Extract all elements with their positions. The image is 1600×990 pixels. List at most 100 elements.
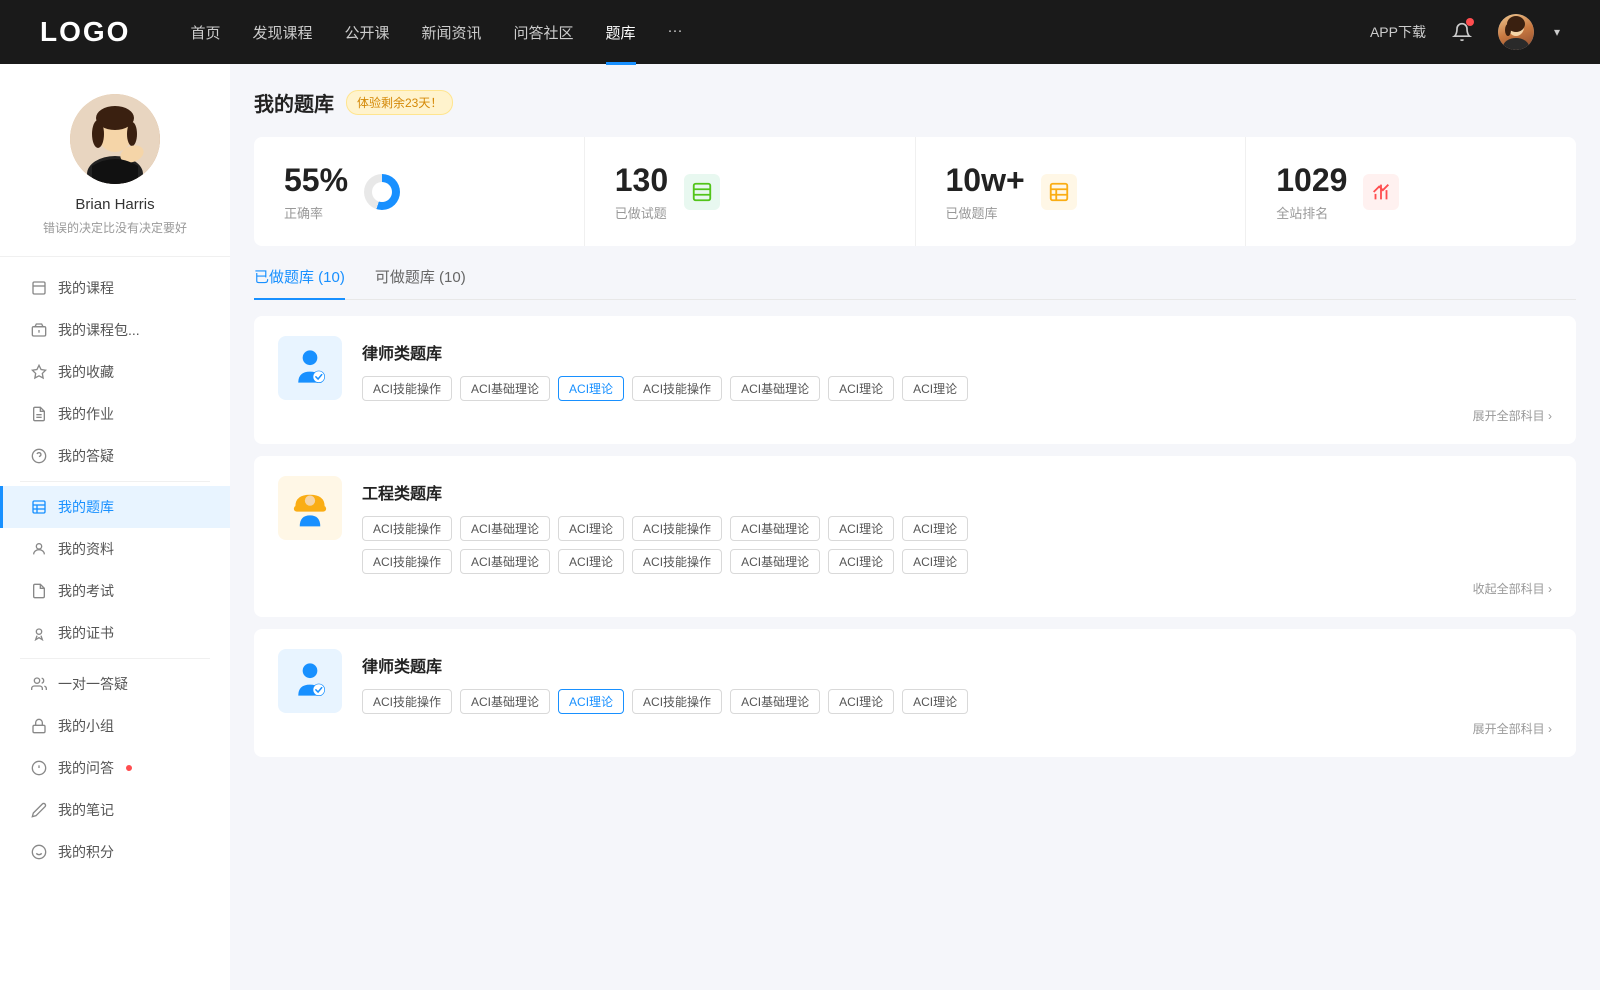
tag[interactable]: ACI技能操作 xyxy=(362,689,452,714)
stat-rank-value: 1029 xyxy=(1276,161,1347,199)
page-header: 我的题库 体验剩余23天！ xyxy=(254,88,1576,117)
cert-icon xyxy=(30,624,48,642)
sidebar-label-qbank: 我的题库 xyxy=(58,497,114,517)
sidebar-item-exam[interactable]: 我的考试 xyxy=(0,570,230,612)
tag[interactable]: ACI理论 xyxy=(558,516,624,541)
tag[interactable]: ACI基础理论 xyxy=(460,689,550,714)
sidebar-item-group[interactable]: 我的小组 xyxy=(0,705,230,747)
tag[interactable]: ACI基础理论 xyxy=(730,689,820,714)
tag[interactable]: ACI技能操作 xyxy=(632,689,722,714)
nav-open-course[interactable]: 公开课 xyxy=(344,22,389,43)
tag[interactable]: ACI技能操作 xyxy=(632,376,722,401)
accuracy-chart xyxy=(364,174,400,210)
nav-news[interactable]: 新闻资讯 xyxy=(422,22,482,43)
collapse-link-2[interactable]: 收起全部科目 › xyxy=(362,580,1552,597)
sidebar-item-oneone[interactable]: 一对一答疑 xyxy=(0,663,230,705)
tag-active[interactable]: ACI理论 xyxy=(558,376,624,401)
tag[interactable]: ACI理论 xyxy=(902,516,968,541)
tag[interactable]: ACI基础理论 xyxy=(730,516,820,541)
sidebar-item-course[interactable]: 我的课程 xyxy=(0,267,230,309)
tag[interactable]: ACI理论 xyxy=(828,376,894,401)
stats-row: 55% 正确率 130 已做试题 10w+ 已做题库 xyxy=(254,137,1576,246)
navbar-right: APP下载 ▾ xyxy=(1370,14,1560,50)
stat-accuracy-label: 正确率 xyxy=(284,203,348,222)
expand-link-1[interactable]: 展开全部科目 › xyxy=(362,407,1552,424)
sidebar-item-data[interactable]: 我的资料 xyxy=(0,528,230,570)
avatar-chevron[interactable]: ▾ xyxy=(1554,25,1560,39)
profile-name: Brian Harris xyxy=(75,196,154,213)
tag[interactable]: ACI技能操作 xyxy=(362,376,452,401)
tag[interactable]: ACI理论 xyxy=(902,549,968,574)
qbank-card-engineer: 工程类题库 ACI技能操作 ACI基础理论 ACI理论 ACI技能操作 ACI基… xyxy=(254,456,1576,617)
nav-home[interactable]: 首页 xyxy=(190,22,220,43)
page-title: 我的题库 xyxy=(254,88,334,117)
qa-icon xyxy=(30,447,48,465)
notification-bell[interactable] xyxy=(1446,16,1478,48)
qbank-card-lawyer-1: 律师类题库 ACI技能操作 ACI基础理论 ACI理论 ACI技能操作 ACI基… xyxy=(254,316,1576,444)
tab-todo[interactable]: 可做题库 (10) xyxy=(375,266,466,299)
tag[interactable]: ACI基础理论 xyxy=(460,376,550,401)
nav-discover[interactable]: 发现课程 xyxy=(252,22,312,43)
nav-more[interactable]: ··· xyxy=(668,22,683,43)
sidebar-label-homework: 我的作业 xyxy=(58,404,114,424)
tag[interactable]: ACI基础理论 xyxy=(460,516,550,541)
sidebar-label-exam: 我的考试 xyxy=(58,581,114,601)
tags-row-3: ACI技能操作 ACI基础理论 ACI理论 ACI技能操作 ACI基础理论 AC… xyxy=(362,689,1552,714)
tag[interactable]: ACI技能操作 xyxy=(632,549,722,574)
tag[interactable]: ACI理论 xyxy=(828,689,894,714)
tag[interactable]: ACI技能操作 xyxy=(362,516,452,541)
tag[interactable]: ACI技能操作 xyxy=(362,549,452,574)
qbank-card-lawyer-2: 律师类题库 ACI技能操作 ACI基础理论 ACI理论 ACI技能操作 ACI基… xyxy=(254,629,1576,757)
stat-ranking: 1029 全站排名 xyxy=(1246,137,1576,246)
sidebar-label-points: 我的积分 xyxy=(58,842,114,862)
tag[interactable]: ACI理论 xyxy=(558,549,624,574)
tag[interactable]: ACI理论 xyxy=(828,549,894,574)
user-profile: Brian Harris 错误的决定比没有决定要好 xyxy=(0,94,230,257)
tag[interactable]: ACI基础理论 xyxy=(460,549,550,574)
sidebar-label-course: 我的课程 xyxy=(58,278,114,298)
qbank-title-2: 工程类题库 xyxy=(362,476,1552,504)
done-b-icon xyxy=(1041,174,1077,210)
tab-done[interactable]: 已做题库 (10) xyxy=(254,266,345,299)
points-icon xyxy=(30,843,48,861)
sidebar-item-package[interactable]: 我的课程包... xyxy=(0,309,230,351)
nav-qa[interactable]: 问答社区 xyxy=(514,22,574,43)
avatar-image xyxy=(1498,14,1534,50)
sidebar-item-points[interactable]: 我的积分 xyxy=(0,831,230,873)
tag[interactable]: ACI基础理论 xyxy=(730,549,820,574)
tag[interactable]: ACI基础理论 xyxy=(730,376,820,401)
app-download-link[interactable]: APP下载 xyxy=(1370,22,1426,42)
tag[interactable]: ACI技能操作 xyxy=(632,516,722,541)
sidebar-item-answering[interactable]: 我的答疑 xyxy=(0,435,230,477)
sidebar-label-favorites: 我的收藏 xyxy=(58,362,114,382)
sidebar-item-cert[interactable]: 我的证书 xyxy=(0,612,230,654)
stat-accuracy-value: 55% xyxy=(284,161,348,199)
sidebar-label-data: 我的资料 xyxy=(58,539,114,559)
sidebar-item-homework[interactable]: 我的作业 xyxy=(0,393,230,435)
sidebar-item-favorites[interactable]: 我的收藏 xyxy=(0,351,230,393)
sidebar-label-oneone: 一对一答疑 xyxy=(58,674,128,694)
expand-link-3[interactable]: 展开全部科目 › xyxy=(362,720,1552,737)
tag[interactable]: ACI理论 xyxy=(828,516,894,541)
notification-dot xyxy=(1466,18,1474,26)
stat-accuracy: 55% 正确率 xyxy=(254,137,585,246)
sidebar-item-question[interactable]: 我的问答 xyxy=(0,747,230,789)
stat-done-b-value: 10w+ xyxy=(946,161,1025,199)
done-q-icon xyxy=(684,174,720,210)
engineer-icon xyxy=(278,476,342,540)
tag[interactable]: ACI理论 xyxy=(902,689,968,714)
navbar: LOGO 首页 发现课程 公开课 新闻资讯 问答社区 题库 ··· APP下载 xyxy=(0,0,1600,64)
nav-qbank[interactable]: 题库 xyxy=(606,22,636,43)
main-content: 我的题库 体验剩余23天！ 55% 正确率 130 已做试题 xyxy=(230,64,1600,990)
tag-active[interactable]: ACI理论 xyxy=(558,689,624,714)
sidebar-item-qbank[interactable]: 我的题库 xyxy=(0,486,230,528)
rank-icon xyxy=(1363,174,1399,210)
avatar[interactable] xyxy=(1498,14,1534,50)
sidebar-label-package: 我的课程包... xyxy=(58,320,140,340)
sidebar-item-notes[interactable]: 我的笔记 xyxy=(0,789,230,831)
question-notification-dot xyxy=(126,765,132,771)
sidebar-label-notes: 我的笔记 xyxy=(58,800,114,820)
tag[interactable]: ACI理论 xyxy=(902,376,968,401)
profile-avatar xyxy=(70,94,160,184)
stat-done-q-value: 130 xyxy=(615,161,668,199)
